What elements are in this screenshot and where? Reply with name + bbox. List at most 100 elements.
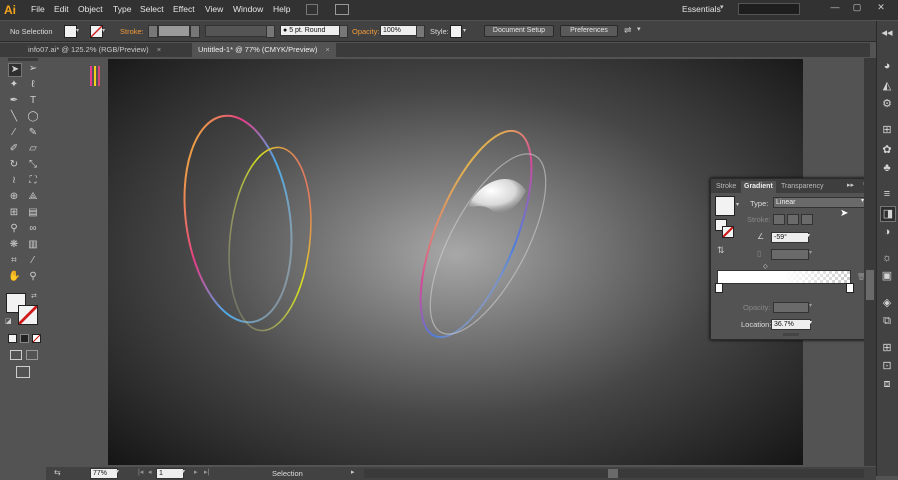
width-profile-dropdown[interactable] [266, 25, 275, 38]
midpoint-diamond-icon[interactable]: ◇ [763, 263, 768, 270]
transparency-panel-icon[interactable]: ◑ [880, 225, 894, 239]
stop-opacity-input[interactable] [773, 302, 809, 313]
ellipse-tool-icon[interactable]: ◯ [27, 111, 39, 123]
symbol-sprayer-tool-icon[interactable]: ❋ [8, 239, 20, 251]
location-input[interactable]: 36.7% [771, 319, 811, 330]
color-stop-left[interactable] [715, 283, 723, 293]
document-setup-button[interactable]: Document Setup [484, 25, 554, 37]
vertical-scroll-thumb[interactable] [866, 270, 874, 300]
artboard-tool-icon[interactable]: ⌗ [8, 255, 20, 267]
gradient-thumbnail[interactable] [715, 196, 735, 216]
tab-gradient[interactable]: Gradient [741, 181, 776, 193]
stroke-weight-dropdown[interactable] [190, 25, 200, 38]
stroke-color-swatch[interactable] [18, 305, 38, 325]
menu-select[interactable]: Select [140, 4, 164, 14]
variable-width-profile[interactable] [205, 25, 267, 37]
horizontal-scrollbar[interactable] [364, 469, 864, 478]
stroke-weight-stepper[interactable] [148, 25, 158, 38]
menu-edit[interactable]: Edit [54, 4, 69, 14]
pencil-tool-icon[interactable]: ✎ [27, 127, 39, 139]
hand-tool-icon[interactable]: ✋ [8, 271, 20, 283]
pathfinder-panel-icon[interactable]: ⧈ [880, 377, 894, 391]
blob-brush-tool-icon[interactable]: ✐ [8, 143, 20, 155]
layers-appearance-icon[interactable]: ▣ [880, 269, 894, 283]
toolbar-grip[interactable] [8, 58, 38, 61]
eyedropper-tool-icon[interactable]: ⚲ [8, 223, 20, 235]
stroke-across-icon[interactable] [801, 214, 813, 225]
opacity-dropdown-icon[interactable]: ▾ [809, 302, 812, 309]
gradient-mode-icon[interactable] [20, 334, 29, 343]
opacity-input[interactable]: 100% [380, 25, 418, 36]
right-ellipse-outer[interactable] [398, 117, 555, 351]
fill-dropdown-icon[interactable]: ▾ [76, 27, 79, 34]
shape-builder-tool-icon[interactable]: ⊕ [8, 191, 20, 203]
opacity-label[interactable]: Opacity: [352, 27, 380, 36]
symbols-panel-icon[interactable]: ♣ [880, 161, 894, 175]
stroke-within-icon[interactable] [773, 214, 785, 225]
zoom-tool-icon[interactable]: ⚲ [27, 271, 39, 283]
stroke-label[interactable]: Stroke: [120, 27, 144, 36]
layers-panel-icon[interactable]: ◈ [880, 296, 894, 310]
align-options-icon[interactable]: ⇌ [624, 25, 632, 36]
menu-type[interactable]: Type [113, 4, 131, 14]
tab-untitled-1[interactable]: Untitled-1* @ 77% (CMYK/Preview) × [192, 43, 336, 57]
brush-definition[interactable]: ● 5 pt. Round [280, 25, 342, 36]
color-mode-icon[interactable] [8, 334, 17, 343]
lasso-tool-icon[interactable]: ℓ [27, 79, 39, 91]
menu-help[interactable]: Help [273, 4, 290, 14]
highlight-shape[interactable] [468, 179, 526, 213]
menu-object[interactable]: Object [78, 4, 103, 14]
brush-dropdown[interactable] [339, 25, 348, 38]
zoom-input[interactable]: 77% [90, 468, 118, 479]
graphic-style-swatch[interactable] [450, 25, 462, 38]
blend-tool-icon[interactable]: ∞ [27, 223, 39, 235]
minimize-button[interactable]: — [828, 2, 842, 12]
gradient-tool-icon[interactable]: ▤ [27, 207, 39, 219]
mesh-tool-icon[interactable]: ⊞ [8, 207, 20, 219]
first-artboard-icon[interactable]: |◂ [138, 468, 143, 476]
next-artboard-icon[interactable]: ▸ [194, 468, 198, 476]
screen-mode-icon[interactable] [16, 366, 30, 378]
gradient-type-select[interactable]: Linear [773, 197, 871, 208]
artboards-panel-icon[interactable]: ⧉ [880, 314, 894, 328]
menu-effect[interactable]: Effect [173, 4, 195, 14]
gradient-slider[interactable] [717, 270, 851, 284]
angle-input[interactable]: -59° [771, 232, 809, 243]
magic-wand-tool-icon[interactable]: ✦ [8, 79, 20, 91]
opacity-dropdown[interactable] [416, 25, 425, 38]
bridge-icon[interactable] [306, 4, 318, 15]
left-ellipse-inner[interactable] [221, 143, 320, 334]
tab-info07[interactable]: info07.ai* @ 125.2% (RGB/Preview) × [22, 43, 168, 57]
gradient-presets-dropdown[interactable]: ▾ [736, 201, 739, 208]
collapse-panel-icon[interactable]: ▸▸ [847, 181, 854, 189]
perspective-tool-icon[interactable]: ⟁ [27, 191, 39, 203]
align-panel-icon[interactable]: ⊞ [880, 341, 894, 355]
eraser-tool-icon[interactable]: ▱ [27, 143, 39, 155]
tab-transparency[interactable]: Transparency [778, 181, 827, 193]
reverse-gradient-icon[interactable]: ⇅ [717, 245, 725, 256]
menu-file[interactable]: File [31, 4, 45, 14]
artboard[interactable] [108, 59, 803, 465]
stroke-gradient-swatch[interactable] [722, 226, 734, 238]
direct-selection-tool-icon[interactable]: ➢ [27, 63, 39, 75]
location-dropdown-icon[interactable]: ▾ [809, 319, 812, 326]
slice-tool-icon[interactable]: ⁄ [27, 255, 39, 267]
maximize-button[interactable]: ▢ [850, 2, 864, 12]
color-guide-icon[interactable]: ◭ [880, 79, 894, 93]
aspect-ratio-input[interactable] [771, 249, 809, 260]
type-tool-icon[interactable]: T [27, 95, 39, 107]
transform-panel-icon[interactable]: ⊡ [880, 359, 894, 373]
workspace-dropdown-icon[interactable]: ▾ [720, 3, 724, 11]
stroke-dropdown-icon[interactable]: ▾ [102, 27, 105, 34]
aspect-dropdown-icon[interactable]: ▾ [809, 249, 812, 256]
workspace-switcher[interactable]: Essentials [682, 4, 721, 14]
stroke-along-icon[interactable] [787, 214, 799, 225]
right-ellipse-inner[interactable] [408, 138, 569, 350]
pen-tool-icon[interactable]: ✒ [8, 95, 20, 107]
tab-close-icon[interactable]: × [157, 45, 161, 54]
color-stop-right[interactable] [846, 283, 854, 293]
free-transform-tool-icon[interactable]: ⛶ [27, 175, 39, 187]
gradient-panel-icon[interactable]: ◨ [880, 206, 896, 222]
menu-window[interactable]: Window [233, 4, 263, 14]
line-tool-icon[interactable]: ╲ [8, 111, 20, 123]
